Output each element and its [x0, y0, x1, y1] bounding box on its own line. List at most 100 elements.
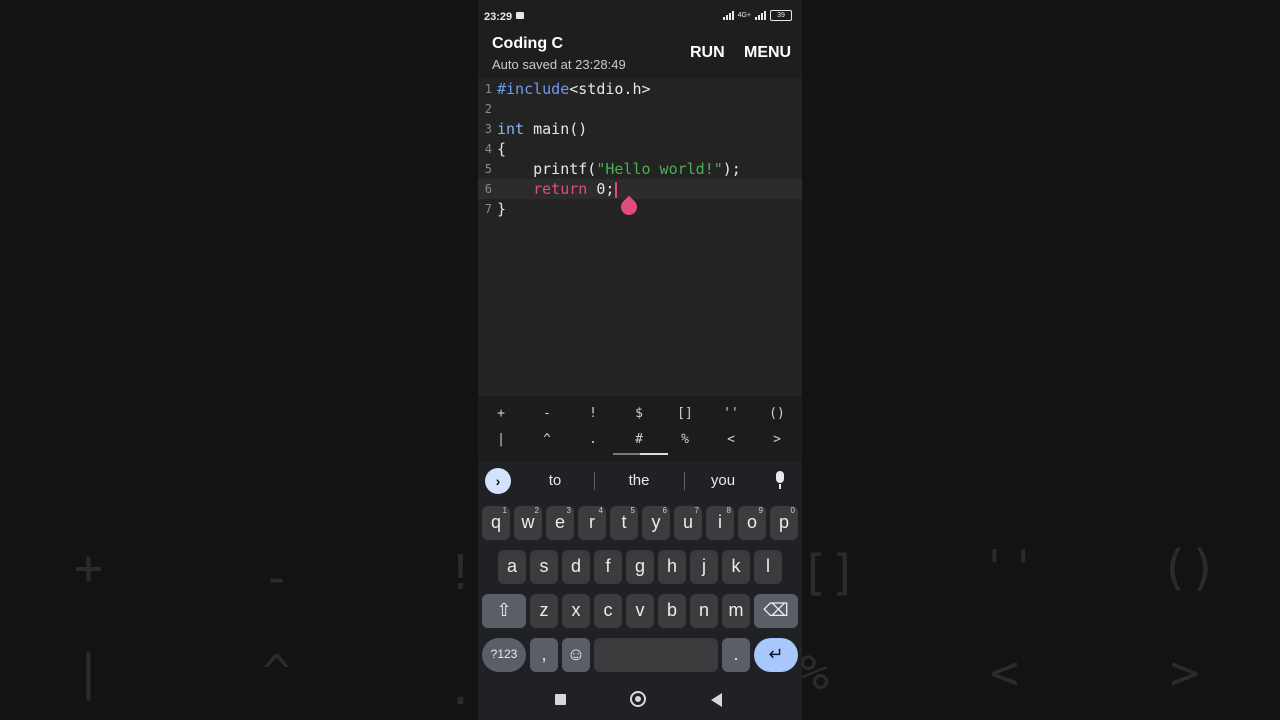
code-line[interactable]: 2	[478, 99, 802, 119]
letter-key[interactable]: u7	[674, 506, 702, 540]
suggestion-divider	[594, 472, 595, 490]
back-icon[interactable]	[711, 693, 722, 707]
comma-key[interactable]: ,	[530, 638, 558, 672]
letter-key[interactable]: z	[530, 594, 558, 628]
background-key: ()	[1160, 540, 1218, 596]
letter-key[interactable]: f	[594, 550, 622, 584]
letter-key[interactable]: n	[690, 594, 718, 628]
letter-key[interactable]: w2	[514, 506, 542, 540]
suggestion-3[interactable]: you	[690, 472, 756, 489]
code-token: "Hello world!"	[596, 160, 723, 178]
symbol-key[interactable]: .	[570, 432, 616, 447]
status-time: 23:29	[484, 11, 513, 23]
letter-key[interactable]: c	[594, 594, 622, 628]
symbol-key[interactable]: []	[662, 406, 708, 421]
app-title: Coding C	[492, 35, 564, 52]
period-key[interactable]: .	[722, 638, 750, 672]
key-hint: 1	[502, 506, 507, 515]
key-hint: 6	[662, 506, 667, 515]
code-line[interactable]: 6 return 0;	[478, 179, 802, 199]
signal-icon-2	[755, 11, 766, 20]
key-hint: 5	[630, 506, 635, 515]
symbol-key[interactable]: +	[478, 406, 524, 421]
suggestion-2[interactable]: the	[600, 472, 678, 489]
key-label: a	[506, 556, 517, 576]
space-bar[interactable]	[594, 638, 718, 672]
code-token: );	[722, 160, 741, 178]
symbol-key[interactable]: ()	[754, 406, 800, 421]
enter-key[interactable]: ↵	[754, 638, 798, 672]
letter-key[interactable]: p0	[770, 506, 798, 540]
backspace-icon: ⌫	[763, 600, 789, 620]
microphone-icon[interactable]	[776, 471, 784, 483]
letter-key[interactable]: o9	[738, 506, 766, 540]
letter-key[interactable]: x	[562, 594, 590, 628]
letter-key[interactable]: v	[626, 594, 654, 628]
shift-key[interactable]: ⇧	[482, 594, 526, 628]
letter-key[interactable]: j	[690, 550, 718, 584]
code-line[interactable]: 7}	[478, 199, 802, 219]
signal-icon	[722, 11, 734, 20]
letter-key[interactable]: b	[658, 594, 686, 628]
run-button[interactable]: RUN	[690, 44, 725, 62]
background-key: ^	[262, 645, 291, 701]
symbol-key[interactable]: %	[662, 432, 708, 447]
symbol-key[interactable]: ^	[524, 432, 570, 447]
key-label: e	[554, 512, 565, 532]
backspace-key[interactable]: ⌫	[754, 594, 798, 628]
symbol-key[interactable]: #	[616, 432, 662, 447]
letter-key[interactable]: l	[754, 550, 782, 584]
letter-key[interactable]: s	[530, 550, 558, 584]
letter-key[interactable]: r4	[578, 506, 606, 540]
letter-key[interactable]: q1	[482, 506, 510, 540]
key-label: h	[666, 556, 677, 576]
key-label: t	[621, 512, 627, 532]
symbol-key[interactable]: -	[524, 406, 570, 421]
code-line[interactable]: 1 #include<stdio.h>	[478, 79, 802, 99]
key-label: b	[666, 600, 677, 620]
letter-key[interactable]: t5	[610, 506, 638, 540]
chevron-right-icon[interactable]: ›	[485, 468, 511, 494]
status-bar: 23:29 4G+ 39	[478, 0, 802, 34]
symbol-key[interactable]: <	[708, 432, 754, 447]
letter-key[interactable]: d	[562, 550, 590, 584]
emoji-key[interactable]: ☺	[562, 638, 590, 672]
key-label: r	[589, 512, 595, 532]
microphone-icon-stem	[779, 484, 781, 489]
suggestion-1[interactable]: to	[522, 472, 588, 489]
symbol-key[interactable]: ''	[708, 406, 754, 421]
symbols-key[interactable]: ?123	[482, 638, 526, 672]
home-icon[interactable]	[630, 691, 646, 707]
letter-key[interactable]: e3	[546, 506, 574, 540]
code-line[interactable]: 4{	[478, 139, 802, 159]
key-label: q	[490, 512, 501, 532]
letter-key[interactable]: i8	[706, 506, 734, 540]
letter-key[interactable]: y6	[642, 506, 670, 540]
code-text: return 0;	[497, 179, 618, 199]
background-key: +	[74, 540, 103, 596]
letter-key[interactable]: h	[658, 550, 686, 584]
recents-icon[interactable]	[555, 694, 566, 705]
code-line[interactable]: 5 printf("Hello world!");	[478, 159, 802, 179]
app-bar: Coding C Auto saved at 23:28:49 RUN MENU	[478, 34, 802, 76]
letter-key[interactable]: k	[722, 550, 750, 584]
letter-key[interactable]: g	[626, 550, 654, 584]
letter-key[interactable]: m	[722, 594, 750, 628]
symbol-key[interactable]: |	[478, 432, 524, 447]
key-hint: 8	[726, 506, 731, 515]
code-line[interactable]: 3 int main()	[478, 119, 802, 139]
symbol-key[interactable]: $	[616, 406, 662, 421]
enter-icon: ↵	[768, 644, 784, 664]
symbol-key[interactable]: !	[570, 406, 616, 421]
line-number: 4	[484, 142, 492, 156]
letter-key[interactable]: a	[498, 550, 526, 584]
code-text: int main()	[497, 119, 587, 139]
code-editor[interactable]: 1 #include<stdio.h> 2 3 int main() 4{5 printf…	[478, 78, 802, 396]
menu-button[interactable]: MENU	[744, 44, 791, 62]
code-text: {	[497, 139, 506, 159]
key-label: d	[570, 556, 581, 576]
code-token: main()	[524, 120, 588, 138]
symbol-key[interactable]: >	[754, 432, 800, 447]
line-number: 6	[484, 182, 492, 196]
key-label: f	[605, 556, 611, 576]
